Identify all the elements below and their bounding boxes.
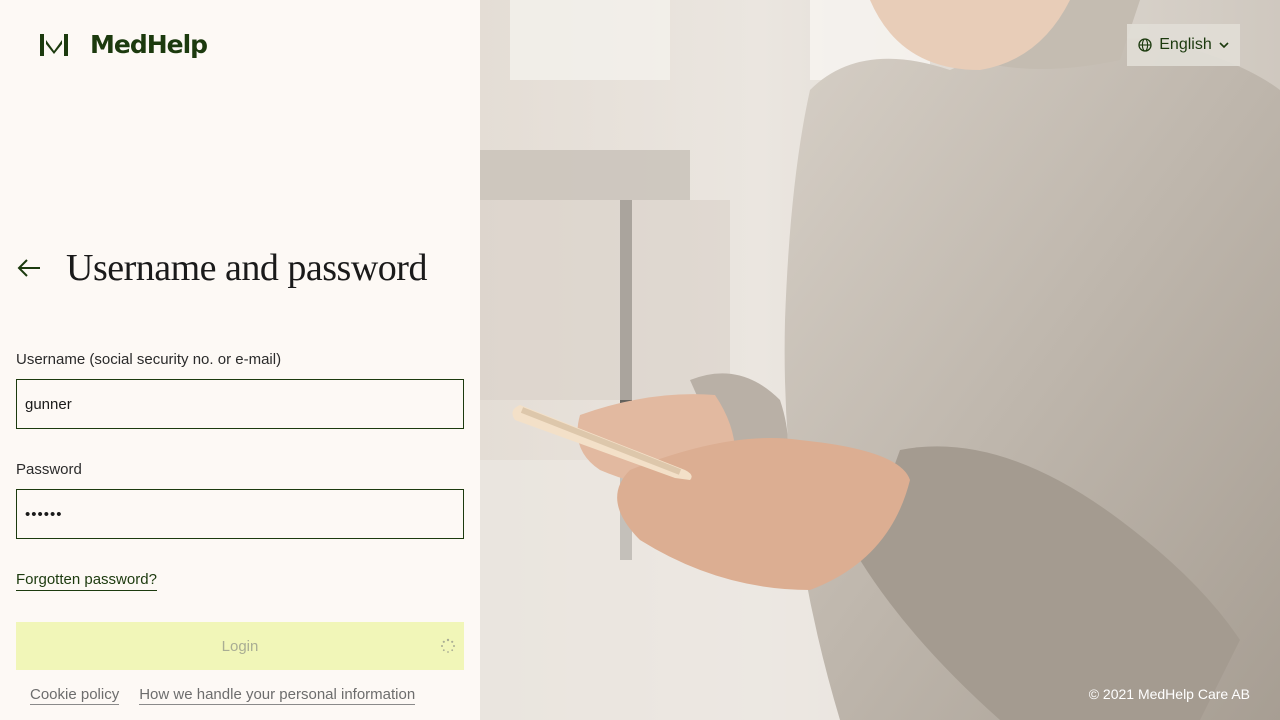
back-arrow-icon <box>17 259 40 277</box>
brand-logo[interactable]: MedHelp <box>40 30 208 59</box>
back-button[interactable] <box>16 255 42 281</box>
password-label: Password <box>16 461 82 478</box>
login-panel: MedHelp Username and password Username (… <box>0 0 480 720</box>
login-button[interactable]: Login <box>16 622 464 670</box>
page-title: Username and password <box>66 247 427 289</box>
username-input[interactable]: gunner <box>16 379 464 429</box>
username-value: gunner <box>25 395 72 413</box>
login-label: Login <box>221 637 259 655</box>
username-label: Username (social security no. or e-mail) <box>16 351 282 368</box>
page-heading: Username and password <box>16 246 427 290</box>
password-input[interactable]: •••••• <box>16 489 464 539</box>
privacy-link[interactable]: How we handle your personal information <box>139 686 416 705</box>
forgot-password-link[interactable]: Forgotten password? <box>16 571 157 591</box>
medhelp-logo-icon <box>40 33 68 56</box>
chevron-down-icon <box>1219 42 1229 49</box>
globe-icon <box>1138 38 1152 52</box>
copyright-text: © 2021 MedHelp Care AB <box>1088 686 1250 702</box>
language-selector[interactable]: English <box>1127 24 1240 66</box>
footer-links: Cookie policy How we handle your persona… <box>30 686 416 705</box>
hero-image: English © 2021 MedHelp Care AB <box>480 0 1280 720</box>
language-label: English <box>1159 36 1212 53</box>
brand-name: MedHelp <box>90 30 208 59</box>
hero-photo-illustration <box>480 0 1280 720</box>
password-value: •••••• <box>25 505 63 523</box>
spinner-icon <box>441 638 455 653</box>
cookie-policy-link[interactable]: Cookie policy <box>30 686 120 705</box>
login-page: MedHelp Username and password Username (… <box>0 0 1280 720</box>
